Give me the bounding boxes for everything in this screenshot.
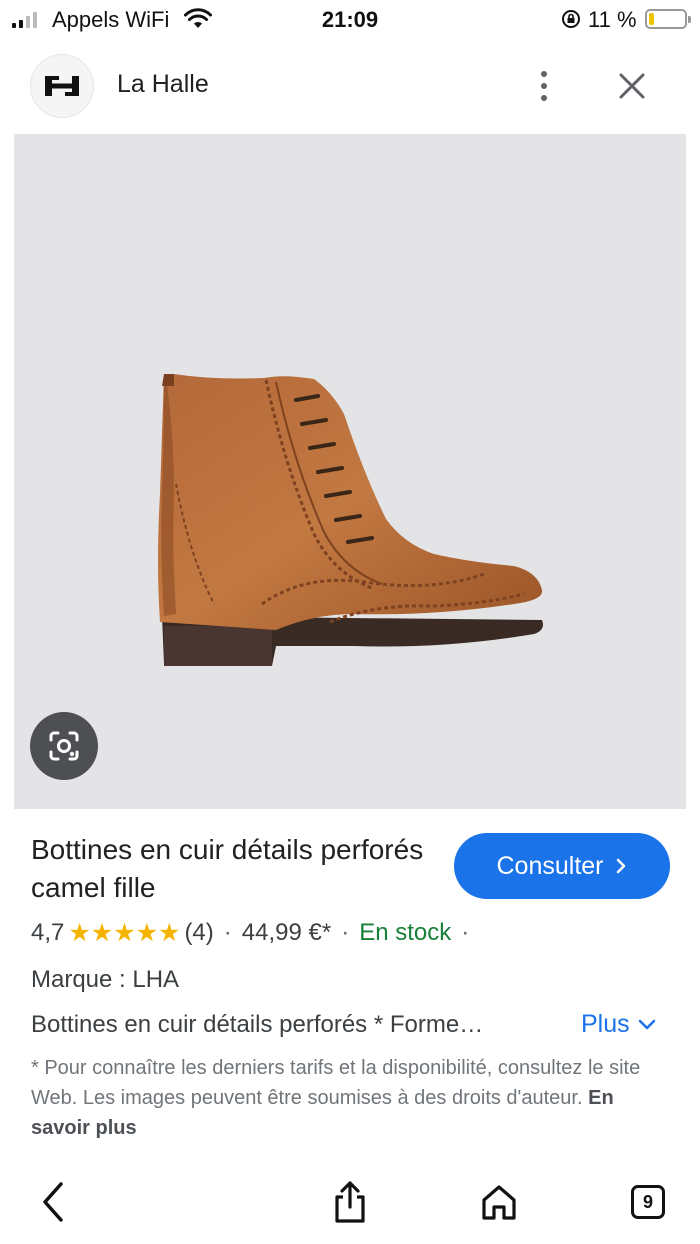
product-title: Bottines en cuir détails perforés camel … — [31, 834, 424, 903]
visit-button[interactable]: Consulter — [454, 833, 670, 899]
site-name[interactable]: La Halle — [117, 70, 209, 99]
close-icon[interactable] — [612, 66, 652, 106]
bottom-toolbar: 9 — [0, 1162, 700, 1244]
battery-icon — [645, 9, 691, 29]
boot-image — [158, 374, 543, 666]
separator: · — [223, 919, 232, 946]
home-button[interactable] — [475, 1178, 523, 1226]
disclaimer: * Pour connaître les derniers tarifs et … — [31, 1053, 661, 1143]
tabs-count: 9 — [631, 1185, 665, 1219]
share-button[interactable] — [326, 1178, 374, 1226]
site-logo[interactable] — [30, 54, 94, 118]
rating-row: 4,7 ★★★★★ (4) · 44,99 €* · En stock · — [31, 918, 479, 948]
disclaimer-text: * Pour connaître les derniers tarifs et … — [31, 1057, 641, 1109]
battery-percent: 11 % — [588, 7, 637, 32]
google-lens-button[interactable] — [30, 712, 98, 780]
rating-stars: ★★★★★ — [68, 919, 181, 947]
la-halle-logo-icon — [45, 76, 79, 96]
back-button[interactable] — [30, 1178, 78, 1226]
share-icon — [335, 1181, 365, 1223]
product-description: Bottines en cuir détails perforés * Form… — [31, 1011, 484, 1038]
rotation-lock-icon — [562, 10, 580, 28]
rating-value: 4,7 — [31, 919, 65, 946]
product-image[interactable] — [14, 134, 686, 809]
tabs-button[interactable]: 9 — [624, 1178, 672, 1226]
header: La Halle — [0, 50, 700, 122]
review-count[interactable]: (4) — [184, 919, 213, 947]
chevron-right-icon — [616, 858, 625, 874]
price: 44,99 €* — [241, 919, 332, 946]
status-bar: Appels WiFi 21:09 11 % — [0, 0, 700, 40]
brand-label: Marque : LHA — [31, 966, 180, 993]
visit-button-label: Consulter — [496, 851, 604, 880]
stock-status: En stock — [359, 919, 452, 946]
back-arrow-icon — [43, 1182, 63, 1222]
separator: · — [461, 919, 470, 946]
more-button-label: Plus — [581, 1010, 630, 1038]
lens-icon — [49, 731, 79, 761]
separator: · — [341, 919, 350, 946]
home-icon — [482, 1185, 516, 1220]
more-vert-icon[interactable] — [526, 68, 562, 104]
more-button[interactable]: Plus — [581, 1010, 656, 1039]
chevron-down-icon — [638, 1019, 655, 1029]
